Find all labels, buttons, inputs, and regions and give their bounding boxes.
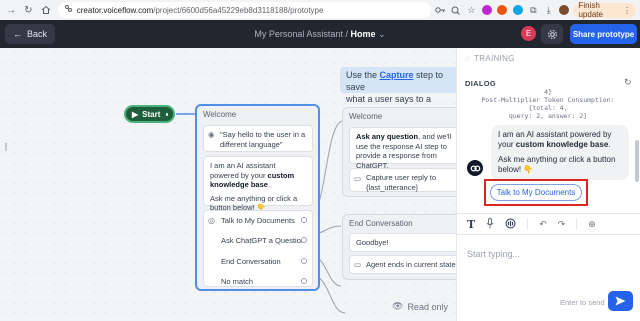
bot-avatar <box>467 160 483 176</box>
button-port[interactable] <box>301 237 307 243</box>
end-step-card[interactable]: ▭ Agent ends in current state <box>349 255 456 274</box>
add-circle-icon[interactable]: ⊕ <box>588 219 596 230</box>
text-format-icon[interactable]: T <box>467 218 475 231</box>
dialog-label: DIALOG <box>465 79 496 88</box>
debug-trace: 4} Post-Multiplier Token Consumption: {t… <box>481 88 615 120</box>
extension-orange-icon[interactable] <box>496 3 508 17</box>
text-step-card[interactable]: Ask any question, and we'll use the resp… <box>349 127 456 170</box>
capture-link[interactable]: Capture <box>380 70 414 80</box>
gear-icon <box>547 29 557 39</box>
flag-icon: ▶ <box>132 109 139 119</box>
button-ask-chatgpt[interactable]: Ask ChatGPT a Question <box>203 231 309 249</box>
prototype-panel: ◌ TRAINING DIALOG ↻ 4} Post-Multiplier T… <box>456 48 640 321</box>
end-icon: ▭ <box>354 260 362 269</box>
bookmark-star-icon[interactable]: ☆ <box>465 3 477 17</box>
extension-skype-icon[interactable] <box>512 3 524 17</box>
flow-canvas[interactable]: Use the Capture step to save what a user… <box>0 48 456 321</box>
welcome-block[interactable]: Welcome ◉ "Say hello to the user in a di… <box>195 104 320 291</box>
block-title: Welcome <box>203 110 237 119</box>
goodbye-step-card[interactable]: Goodbye! <box>349 233 456 252</box>
reset-icon[interactable]: ↻ <box>624 77 632 88</box>
send-icon <box>615 296 626 306</box>
block-title: End Conversation <box>349 219 413 228</box>
eye-icon: 👁 <box>392 301 404 311</box>
button-port[interactable] <box>301 217 307 223</box>
site-info-icon[interactable] <box>64 4 73 16</box>
text-step-card[interactable]: I am an AI assistant powered by your cus… <box>203 156 313 212</box>
message-input[interactable]: Start typing... <box>467 249 520 259</box>
url-text: creator.voiceflow.com/project/6600d56a45… <box>76 5 324 15</box>
start-port[interactable] <box>164 110 170 118</box>
project-name[interactable]: My Personal Assistant <box>254 29 343 39</box>
read-only-indicator: 👁 Read only <box>392 301 448 312</box>
voice-mode-icon[interactable] <box>505 218 516 231</box>
extension-purple-icon[interactable] <box>481 3 493 17</box>
toolbar-divider <box>527 218 529 230</box>
reload-icon[interactable]: ↻ <box>21 2 35 18</box>
capture-hint-banner: Use the Capture step to save what a user… <box>340 67 456 116</box>
buttons-icon: ◎ <box>208 215 215 225</box>
toolbar-divider <box>576 218 578 230</box>
forward-arrow-icon[interactable]: → <box>4 2 18 18</box>
zoom-icon[interactable] <box>450 3 462 17</box>
choice-talk-to-documents[interactable]: Talk to My Documents <box>490 184 582 201</box>
end-conversation-block[interactable]: End Conversation Goodbye! ▭ Agent ends i… <box>342 214 456 280</box>
redo-icon[interactable]: ↷ <box>558 219 566 230</box>
composer-toolbar: T ↶ ↷ ⊕ <box>457 213 640 235</box>
app-header: ← Back My Personal Assistant / Home ⌄ E … <box>0 20 640 48</box>
chevron-down-icon[interactable]: ⌄ <box>378 29 386 39</box>
send-button[interactable] <box>608 291 633 311</box>
arrow-left-icon: ← <box>13 29 22 39</box>
address-bar[interactable]: creator.voiceflow.com/project/6600d56a45… <box>57 2 432 18</box>
start-node[interactable]: ▶ Start <box>124 105 175 123</box>
password-key-icon[interactable] <box>434 3 446 17</box>
button-talk-to-documents[interactable]: ◎ Talk to My Documents <box>203 211 309 229</box>
user-avatar[interactable]: E <box>521 26 536 41</box>
capture-icon: ▭ <box>354 174 362 183</box>
speak-icon: ◉ <box>208 130 215 139</box>
microphone-icon[interactable] <box>486 217 494 231</box>
more-menu-icon: ⋮ <box>623 5 632 15</box>
profile-avatar[interactable] <box>558 3 570 17</box>
share-prototype-button[interactable]: Share prototype <box>570 24 637 44</box>
button-end-conversation[interactable]: End Conversation <box>203 252 309 270</box>
capture-step-card[interactable]: ▭ Capture user reply to {last_utterance} <box>349 168 456 192</box>
extensions-puzzle-icon[interactable]: ⧉ <box>527 3 539 17</box>
settings-button[interactable] <box>541 24 563 44</box>
button-port[interactable] <box>301 278 307 284</box>
dialog-scrollbar[interactable] <box>635 140 639 182</box>
current-flow[interactable]: Home <box>351 29 376 39</box>
training-status-icon: ◌ <box>465 54 471 63</box>
speak-step-card[interactable]: ◉ "Say hello to the user in a different … <box>203 125 313 152</box>
training-header: ◌ TRAINING <box>465 54 515 63</box>
button-port[interactable] <box>301 258 307 264</box>
bot-message: I am an AI assistant powered by your cus… <box>491 125 629 180</box>
undo-icon[interactable]: ↶ <box>539 219 547 230</box>
home-icon[interactable] <box>39 2 53 18</box>
enter-to-send-hint: Enter to send <box>560 298 605 307</box>
button-no-match[interactable]: No match <box>203 272 309 290</box>
ask-question-block[interactable]: Welcome Ask any question, and we'll use … <box>342 107 456 197</box>
downloads-icon[interactable]: ⤓ <box>543 3 555 17</box>
browser-toolbar: → ↻ creator.voiceflow.com/project/6600d5… <box>0 0 640 20</box>
finish-update-button[interactable]: Finish update ⋮ <box>573 1 637 19</box>
back-button[interactable]: ← Back <box>5 24 56 44</box>
voiceflow-logo-icon <box>470 164 480 172</box>
block-title: Welcome <box>349 112 383 121</box>
